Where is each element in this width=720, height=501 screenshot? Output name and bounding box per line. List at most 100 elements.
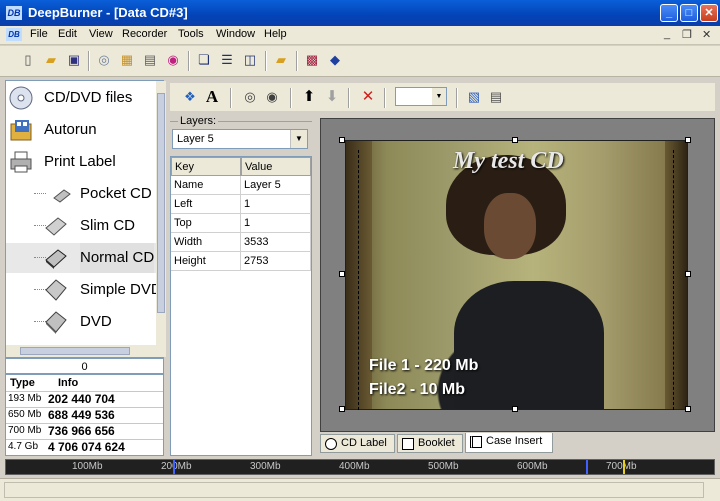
type-header: Type [10, 377, 35, 389]
cd-650-marker [586, 460, 588, 474]
menu-help[interactable]: Help [264, 28, 287, 40]
move-down-icon[interactable]: ⬇ [324, 89, 340, 105]
tree-item-normal-cd[interactable]: Normal CD [6, 243, 156, 273]
autorun-icon [10, 120, 32, 141]
grid-value-cell[interactable]: 1 [241, 214, 311, 233]
tree-vertical-scrollbar[interactable] [156, 81, 166, 357]
burn-disc-icon[interactable]: ◉ [165, 52, 181, 68]
label-type-tabs: CD Label Booklet Case Insert [320, 433, 715, 454]
help-book-icon[interactable]: ▩ [304, 52, 320, 68]
table-row[interactable]: 193 Mb 202 440 704 [6, 391, 163, 408]
layers-label: Layers: [178, 115, 219, 127]
toolbar-separator [230, 88, 232, 108]
title-bar[interactable]: DB DeepBurner - [Data CD#3] _ □ ✕ [0, 0, 720, 26]
cd-icon[interactable]: ◎ [96, 52, 112, 68]
close-button[interactable]: ✕ [700, 4, 718, 22]
menu-edit[interactable]: Edit [58, 28, 77, 40]
resize-handle[interactable] [339, 406, 345, 412]
resize-handle[interactable] [512, 406, 518, 412]
printer-icon [10, 151, 32, 173]
scroll-thumb[interactable] [20, 347, 130, 355]
label-editor-toolbar: ❖ A ◎ ◉ ⬆ ⬇ ✕ ▼ ▧ ▤ [170, 83, 715, 111]
resize-handle[interactable] [339, 271, 345, 277]
document-icon[interactable]: DB [6, 28, 22, 41]
maximize-button[interactable]: □ [680, 4, 698, 22]
table-row[interactable]: 700 Mb 736 966 656 [6, 423, 163, 440]
new-file-icon[interactable]: ▯ [20, 52, 36, 68]
zoom-select[interactable]: ▼ [395, 87, 447, 106]
table-row[interactable]: 4.7 Gb 4 706 074 624 [6, 439, 163, 456]
capacity-ruler[interactable]: 100Mb 200Mb 300Mb 400Mb 500Mb 600Mb 700M… [5, 459, 715, 475]
add-text-icon[interactable]: A [204, 88, 220, 105]
grid-key-cell: Name [171, 176, 241, 195]
tree-item-cd-dvd-files[interactable]: CD/DVD files [6, 83, 156, 113]
tile-vertical-icon[interactable]: ◫ [242, 52, 258, 68]
ruler-label: 400Mb [339, 461, 370, 472]
tree-item-dvd[interactable]: DVD [6, 307, 156, 337]
autorun-icon[interactable]: ▦ [119, 52, 135, 68]
project-tree[interactable]: CD/DVD files Autorun Print Label Pocket … [5, 80, 166, 358]
tree-horizontal-scrollbar[interactable] [6, 345, 156, 357]
resize-handle[interactable] [512, 137, 518, 143]
value-column-header[interactable]: Value [241, 157, 311, 176]
cascade-windows-icon[interactable]: ❏ [196, 52, 212, 68]
grid-value-cell[interactable]: 3533 [241, 233, 311, 252]
tree-item-simple-dvd[interactable]: Simple DVD [6, 275, 156, 305]
mdi-minimize-button[interactable]: _ [664, 28, 670, 40]
menu-file[interactable]: File [30, 28, 48, 40]
resize-handle[interactable] [339, 137, 345, 143]
save-icon[interactable]: ▣ [66, 52, 82, 68]
label-text-line[interactable]: File 1 - 220 Mb [369, 357, 478, 375]
chevron-down-icon[interactable]: ▼ [290, 130, 307, 148]
tile-horizontal-icon[interactable]: ☰ [219, 52, 235, 68]
menu-view[interactable]: View [89, 28, 113, 40]
menu-tools[interactable]: Tools [178, 28, 204, 40]
browse-folder-icon[interactable]: ▰ [273, 52, 289, 68]
normal-cd-icon [45, 249, 67, 269]
mdi-restore-button[interactable]: ❐ [682, 28, 692, 41]
toolbar-separator [384, 88, 386, 108]
copy-layer-icon[interactable]: ◉ [264, 89, 280, 105]
table-row[interactable]: 650 Mb 688 449 536 [6, 407, 163, 424]
main-toolbar: ▯ ▰ ▣ ◎ ▦ ▤ ◉ ❏ ☰ ◫ ▰ ▩ ◆ [0, 46, 720, 77]
about-icon[interactable]: ◆ [327, 52, 343, 68]
print-preview-icon[interactable]: ▧ [466, 89, 482, 105]
toolbar-separator [88, 51, 90, 71]
cd-layer-icon[interactable]: ◎ [242, 89, 258, 105]
app-logo-icon: DB [6, 6, 22, 20]
tab-cd-label[interactable]: CD Label [320, 434, 395, 453]
mdi-close-button[interactable]: ✕ [702, 28, 711, 41]
label-title-text[interactable]: My test CD [453, 148, 564, 175]
guide-line [358, 150, 359, 410]
key-column-header[interactable]: Key [171, 157, 241, 176]
resize-handle[interactable] [685, 406, 691, 412]
grid-value-cell[interactable]: Layer 5 [241, 176, 311, 195]
toolbar-separator [348, 88, 350, 108]
open-folder-icon[interactable]: ▰ [43, 52, 59, 68]
menu-recorder[interactable]: Recorder [122, 28, 167, 40]
delete-layer-icon[interactable]: ✕ [360, 89, 376, 105]
print-icon[interactable]: ▤ [488, 89, 504, 105]
tab-booklet[interactable]: Booklet [397, 434, 463, 453]
layers-dropdown[interactable]: Layer 5 ▼ [172, 129, 308, 149]
tree-item-slim-cd[interactable]: Slim CD [6, 211, 156, 241]
layer-properties-grid[interactable]: Key Value Name Layer 5 Left 1 Top 1 Widt… [170, 156, 312, 456]
scroll-thumb[interactable] [157, 93, 165, 313]
tree-item-pocket-cd[interactable]: Pocket CD [6, 179, 156, 209]
tree-item-autorun[interactable]: Autorun [6, 115, 156, 145]
tab-case-insert[interactable]: Case Insert [465, 433, 553, 453]
grid-value-cell[interactable]: 2753 [241, 252, 311, 271]
grid-key-cell: Top [171, 214, 241, 233]
chevron-down-icon[interactable]: ▼ [432, 88, 446, 105]
label-text-line[interactable]: File2 - 10 Mb [369, 381, 465, 399]
add-image-icon[interactable]: ❖ [182, 89, 198, 105]
move-up-icon[interactable]: ⬆ [301, 89, 317, 105]
ruler-label: 300Mb [250, 461, 281, 472]
resize-handle[interactable] [685, 137, 691, 143]
print-icon[interactable]: ▤ [142, 52, 158, 68]
grid-value-cell[interactable]: 1 [241, 195, 311, 214]
minimize-button[interactable]: _ [660, 4, 678, 22]
resize-handle[interactable] [685, 271, 691, 277]
tree-item-print-label[interactable]: Print Label [6, 147, 156, 177]
menu-window[interactable]: Window [216, 28, 255, 40]
